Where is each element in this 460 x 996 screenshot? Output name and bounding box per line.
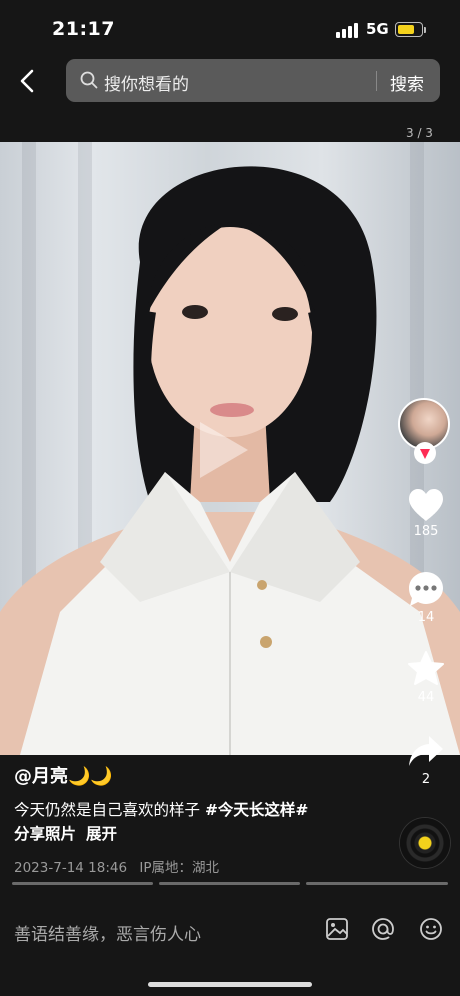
- post-photo[interactable]: [0, 142, 460, 755]
- image-icon[interactable]: [324, 916, 350, 942]
- caption-text: 今天仍然是自己喜欢的样子: [14, 801, 205, 819]
- progress-segment: [306, 882, 448, 885]
- slide-progress: [12, 882, 448, 886]
- post-date: 2023-7-14 18:46: [14, 860, 128, 876]
- ip-location: IP属地：湖北: [139, 860, 219, 876]
- music-disc-icon[interactable]: [400, 818, 450, 868]
- expand-button[interactable]: 展开: [86, 825, 117, 843]
- status-time: 21:17: [52, 18, 115, 40]
- status-bar: 21:17 5G: [0, 0, 460, 58]
- comment-count: 14: [417, 610, 435, 625]
- search-placeholder: 搜你想看的: [104, 75, 189, 95]
- author-name[interactable]: @月亮🌙🌙: [14, 762, 394, 788]
- page-indicator: 3 / 3: [406, 126, 433, 140]
- star-icon: [408, 651, 444, 685]
- favorite-count: 44: [417, 690, 435, 705]
- header: 搜你想看的 搜索 3 / 3: [0, 58, 460, 145]
- share-icon: [409, 736, 443, 766]
- share-button[interactable]: 2: [392, 734, 460, 787]
- comment-input[interactable]: 善语结善缘，恶言伤人心: [14, 920, 201, 945]
- follow-badge-icon[interactable]: [414, 442, 436, 464]
- battery-cap: [424, 27, 426, 33]
- signal-icon: [336, 22, 360, 38]
- home-indicator[interactable]: [148, 982, 312, 987]
- battery-icon: [395, 22, 423, 37]
- favorite-button[interactable]: 44: [392, 650, 460, 705]
- share-count: 2: [421, 772, 431, 787]
- play-icon[interactable]: [186, 414, 258, 486]
- hashtag-link[interactable]: #今天长这样#: [205, 801, 308, 819]
- mention-icon[interactable]: [370, 916, 396, 942]
- like-count: 185: [413, 524, 439, 539]
- search-divider: [376, 71, 377, 91]
- search-button[interactable]: 搜索: [390, 70, 424, 95]
- back-arrow-icon[interactable]: [14, 66, 44, 96]
- progress-segment: [12, 882, 153, 885]
- heart-icon: [409, 489, 443, 521]
- like-button[interactable]: 185: [392, 488, 460, 539]
- comment-icon: [409, 572, 443, 606]
- comment-button[interactable]: 14: [392, 570, 460, 625]
- search-input[interactable]: 搜你想看的 搜索: [66, 59, 440, 102]
- post-info: @月亮🌙🌙 今天仍然是自己喜欢的样子 #今天长这样# 分享照片 展开 2023-7…: [14, 762, 394, 876]
- search-icon: [80, 71, 98, 89]
- post-caption: 今天仍然是自己喜欢的样子 #今天长这样# 分享照片 展开: [14, 798, 394, 846]
- emoji-icon[interactable]: [418, 916, 444, 942]
- progress-segment: [159, 882, 300, 885]
- post-meta: 2023-7-14 18:46 IP属地：湖北: [14, 856, 394, 876]
- caption-line2: 分享照片: [14, 825, 77, 843]
- network-label: 5G: [366, 20, 389, 38]
